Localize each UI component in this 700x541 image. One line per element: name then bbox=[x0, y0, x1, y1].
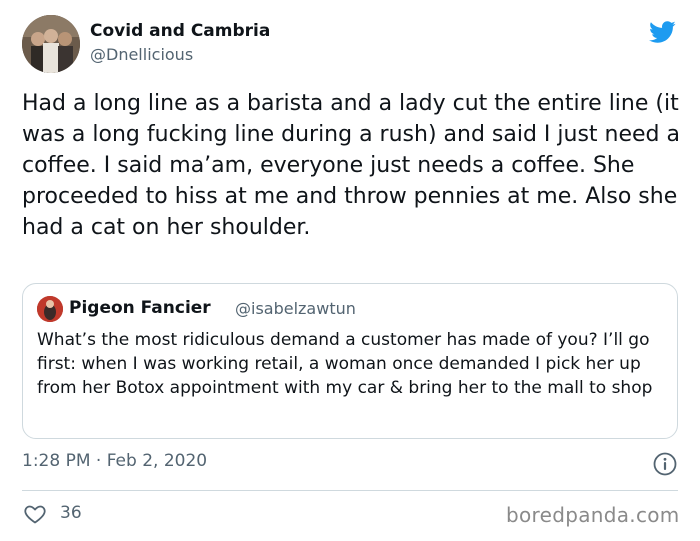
tweet-timestamp[interactable]: 1:28 PM · Feb 2, 2020 bbox=[22, 451, 207, 471]
twitter-bird-icon[interactable] bbox=[646, 18, 678, 46]
quoted-author-name[interactable]: Pigeon Fancier bbox=[69, 298, 211, 318]
divider bbox=[22, 490, 678, 491]
quoted-author-handle[interactable]: @isabelzawtun bbox=[235, 299, 356, 318]
watermark: boredpanda.com bbox=[506, 503, 680, 527]
quoted-tweet[interactable]: Pigeon Fancier @isabelzawtun What’s the … bbox=[22, 283, 678, 439]
tweet-text: Had a long line as a barista and a lady … bbox=[22, 91, 680, 240]
tweet-card: Covid and Cambria @Dnellicious Had a lon… bbox=[0, 0, 700, 541]
author-handle[interactable]: @Dnellicious bbox=[90, 45, 193, 64]
quoted-author-avatar[interactable] bbox=[37, 296, 63, 322]
author-avatar[interactable] bbox=[22, 15, 80, 73]
heart-icon[interactable] bbox=[22, 502, 48, 526]
like-count: 36 bbox=[60, 503, 82, 523]
author-name[interactable]: Covid and Cambria bbox=[90, 21, 270, 41]
quoted-tweet-text: What’s the most ridiculous demand a cust… bbox=[37, 330, 653, 398]
info-icon[interactable] bbox=[652, 451, 678, 477]
